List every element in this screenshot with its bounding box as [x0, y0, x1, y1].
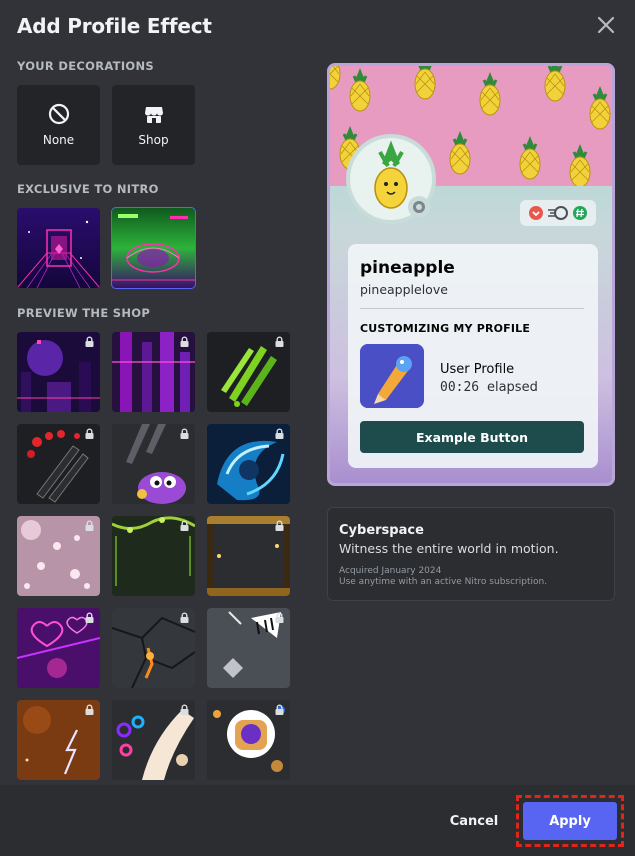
- lock-icon: [180, 704, 189, 715]
- effect-tile-cyber-cube[interactable]: [17, 208, 100, 288]
- divider: [360, 308, 584, 309]
- activity-elapsed-label: elapsed: [486, 380, 538, 395]
- shop-tile-golden-sparkle[interactable]: [207, 516, 290, 596]
- lock-icon: [180, 336, 189, 347]
- shop-tile-vines[interactable]: [112, 516, 195, 596]
- lock-icon: [85, 428, 94, 439]
- shop-tile-ninja[interactable]: [207, 608, 290, 688]
- effect-name: Cyberspace: [339, 523, 424, 538]
- lock-icon: [180, 428, 189, 439]
- modal-header: Add Profile Effect: [17, 14, 212, 40]
- shop-tile-cat-paws[interactable]: [112, 700, 195, 780]
- modal-footer: Cancel Apply: [0, 785, 635, 856]
- effect-tile-cyberspace[interactable]: [111, 207, 196, 289]
- profile-inner-card: pineapple pineapplelove CUSTOMIZING MY P…: [348, 244, 598, 468]
- effect-acquired: Acquired January 2024: [339, 566, 442, 576]
- status-indicator: [408, 196, 430, 218]
- lock-icon: [275, 520, 284, 531]
- lock-icon: [85, 612, 94, 623]
- shop-tile-sakura[interactable]: [17, 516, 100, 596]
- lock-icon: [85, 520, 94, 531]
- shop-tile-slime-claw[interactable]: [207, 332, 290, 412]
- lock-icon: [275, 428, 284, 439]
- preview-shop-label: PREVIEW THE SHOP: [17, 306, 151, 320]
- profile-preview: pineapple pineapplelove CUSTOMIZING MY P…: [327, 63, 615, 486]
- close-icon: [597, 16, 615, 34]
- profile-badges: [520, 200, 596, 226]
- lock-icon: [180, 612, 189, 623]
- customizing-profile-label: CUSTOMIZING MY PROFILE: [360, 322, 531, 335]
- shop-tile-purple-monster[interactable]: [112, 424, 195, 504]
- shop-option[interactable]: Shop: [112, 85, 195, 165]
- username: pineapplelove: [360, 282, 448, 297]
- lock-icon: [85, 704, 94, 715]
- add-profile-effect-modal: Add Profile Effect YOUR DECORATIONS None…: [0, 0, 635, 856]
- exclusive-label: EXCLUSIVE TO NITRO: [17, 182, 159, 196]
- activity-app-icon: [360, 344, 424, 408]
- effect-usage: Use anytime with an active Nitro subscri…: [339, 577, 548, 587]
- activity-time: 00:26: [440, 380, 480, 395]
- none-option[interactable]: None: [17, 85, 100, 165]
- lock-icon: [275, 704, 284, 715]
- example-button[interactable]: Example Button: [360, 421, 584, 453]
- effects-list[interactable]: YOUR DECORATIONS None Shop EXCLUSIVE TO …: [17, 57, 301, 783]
- none-icon: [48, 103, 69, 125]
- offline-status-icon: [413, 201, 425, 213]
- effect-description: Witness the entire world in motion.: [339, 541, 559, 556]
- hypesquad-badge-icon[interactable]: [528, 205, 544, 221]
- cyberspace-art: [112, 208, 195, 288]
- lock-icon: [85, 336, 94, 347]
- none-option-label: None: [42, 133, 75, 147]
- shop-tile-neon-hearts[interactable]: [17, 608, 100, 688]
- shop-tile-water-swirl[interactable]: [207, 424, 290, 504]
- shop-icon: [144, 107, 163, 123]
- shop-tile-neon-city[interactable]: [17, 332, 100, 412]
- lock-icon: [275, 336, 284, 347]
- cyber-cube-art: [17, 208, 100, 288]
- shop-tile-toast[interactable]: [207, 700, 290, 780]
- cancel-button[interactable]: Cancel: [440, 807, 508, 835]
- close-button[interactable]: [595, 14, 617, 36]
- display-name: pineapple: [360, 258, 455, 278]
- your-decorations-label: YOUR DECORATIONS: [17, 59, 154, 73]
- lock-icon: [275, 612, 284, 623]
- shop-tile-neon-pillars[interactable]: [112, 332, 195, 412]
- activity-title: User Profile: [440, 362, 515, 377]
- shop-option-label: Shop: [138, 133, 169, 147]
- lock-icon: [180, 520, 189, 531]
- shop-tile-lava-cracks[interactable]: [112, 608, 195, 688]
- shop-tile-hearts-claw[interactable]: [17, 424, 100, 504]
- shop-tile-storm[interactable]: [17, 700, 100, 780]
- activity-elapsed: 00:26 elapsed: [440, 380, 538, 395]
- modal-title: Add Profile Effect: [17, 14, 212, 38]
- active-developer-badge-icon[interactable]: [572, 205, 588, 221]
- apply-button[interactable]: Apply: [523, 802, 617, 840]
- pencil-icon: [360, 344, 424, 408]
- nitro-badge-icon[interactable]: [547, 205, 569, 221]
- effect-info-panel: Cyberspace Witness the entire world in m…: [327, 507, 615, 601]
